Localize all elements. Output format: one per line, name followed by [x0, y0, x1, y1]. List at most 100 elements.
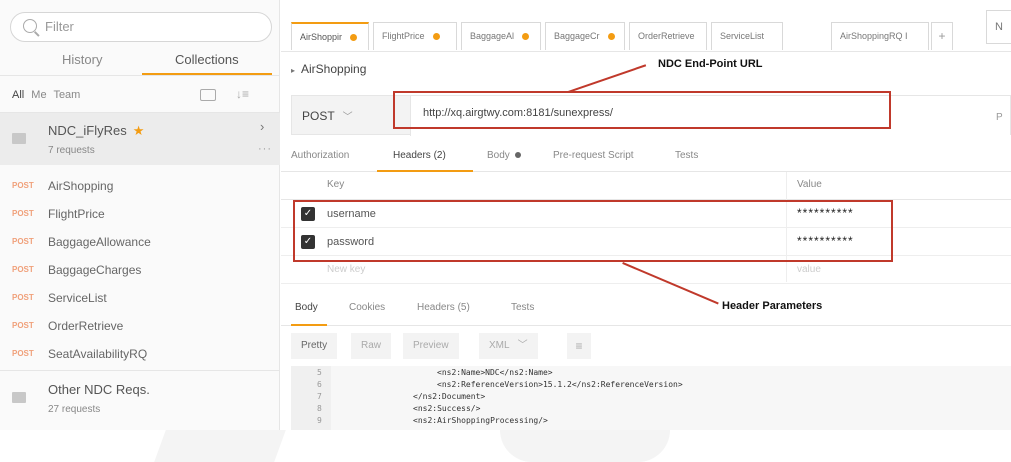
tab-response-cookies[interactable]: Cookies [349, 302, 385, 313]
format-type-select[interactable]: XML ﹀ [479, 333, 538, 359]
line-number: 8 [317, 404, 322, 413]
new-key-input[interactable]: New key [327, 264, 365, 275]
collection-name: NDC_iFlyRes [48, 123, 127, 138]
method-badge: POST [12, 293, 34, 302]
new-tab-button[interactable]: + [931, 22, 953, 50]
tab-authorization[interactable]: Authorization [291, 150, 349, 161]
method-badge: POST [12, 237, 34, 246]
request-name: BaggageAllowance [48, 235, 151, 249]
request-name: FlightPrice [48, 207, 105, 221]
params-button[interactable]: P [996, 112, 1003, 123]
active-tab-indicator [377, 170, 473, 172]
request-name: BaggageCharges [48, 263, 142, 277]
collection-count: 7 requests [48, 145, 95, 156]
collection-count: 27 requests [48, 404, 101, 415]
response-tabs: Body Cookies Headers (5) Tests [281, 290, 1011, 326]
method-badge: POST [12, 209, 34, 218]
star-icon[interactable]: ★ [133, 123, 145, 138]
raw-button[interactable]: Raw [351, 333, 392, 359]
tab-airshoppingrq[interactable]: AirShoppingRQ I [831, 22, 929, 50]
active-tab-indicator [291, 324, 327, 326]
endpoint-annotation: NDC End-Point URL [658, 58, 763, 70]
background-shape [154, 430, 286, 462]
pretty-button[interactable]: Pretty [291, 333, 338, 359]
request-item[interactable]: POST ServiceList [0, 285, 280, 313]
tab-label: FlightPrice [382, 31, 425, 41]
sort-icon[interactable]: ↓≡ [236, 87, 249, 101]
request-subtabs: Authorization Headers (2) Body Pre-reque… [281, 142, 1011, 172]
preview-button[interactable]: Preview [403, 333, 459, 359]
tab-history[interactable]: History [62, 52, 102, 67]
chevron-down-icon: ﹀ [342, 112, 353, 123]
value-column-header: Value [797, 179, 822, 190]
new-button[interactable]: N [986, 10, 1011, 44]
code-line: <ns2:ReferenceVersion>15.1.2</ns2:Refere… [437, 380, 683, 389]
headers-annotation: Header Parameters [722, 300, 823, 312]
unsaved-dot-icon [350, 34, 358, 42]
new-collection-icon[interactable] [200, 89, 216, 101]
tab-response-body[interactable]: Body [295, 302, 318, 313]
collection-name: Other NDC Reqs. [48, 382, 150, 397]
request-item[interactable]: POST AirShopping [0, 173, 280, 201]
wrap-lines-icon[interactable]: ≡ [567, 333, 591, 359]
code-line: </ns2:Document> [413, 392, 486, 401]
caret-right-icon: ▸ [291, 66, 296, 75]
filter-all[interactable]: All [12, 89, 24, 101]
chevron-down-icon: ﹀ [517, 340, 528, 351]
background-shape [500, 430, 670, 462]
tab-baggageallowance[interactable]: BaggageAl [461, 22, 541, 50]
url-highlight-box [393, 91, 891, 129]
request-item[interactable]: POST FlightPrice [0, 201, 280, 229]
sidebar-tabs: History Collections [0, 48, 280, 76]
headers-highlight-box [293, 200, 893, 262]
tab-label: AirShoppir [300, 32, 343, 42]
request-tab-bar: AirShoppir FlightPrice BaggageAl Baggage… [281, 12, 1011, 52]
tab-headers[interactable]: Headers (2) [393, 150, 446, 161]
tab-flightprice[interactable]: FlightPrice [373, 22, 457, 50]
code-line: <ns2:AirShoppingProcessing/> [413, 416, 548, 425]
tab-collections[interactable]: Collections [175, 52, 239, 67]
request-item[interactable]: POST BaggageAllowance [0, 229, 280, 257]
request-item[interactable]: POST BaggageCharges [0, 257, 280, 285]
more-icon[interactable]: ··· [258, 143, 272, 155]
method-select[interactable]: POST ﹀ [302, 108, 353, 123]
filter-input[interactable]: Filter [10, 12, 272, 42]
request-name: SeatAvailabilityRQ [48, 347, 148, 361]
tab-label: BaggageAl [470, 31, 515, 41]
tab-response-headers[interactable]: Headers (5) [417, 302, 470, 313]
request-name: OrderRetrieve [48, 319, 124, 333]
line-number: 5 [317, 368, 322, 377]
tab-response-tests[interactable]: Tests [511, 302, 534, 313]
screenshot: Filter History Collections All Me Team ↓… [0, 0, 1011, 462]
tab-label: OrderRetrieve [638, 31, 695, 41]
tab-baggagecharges[interactable]: BaggageCr [545, 22, 625, 50]
sidebar: Filter History Collections All Me Team ↓… [0, 0, 280, 430]
request-item[interactable]: POST OrderRetrieve [0, 313, 280, 341]
tab-tests[interactable]: Tests [675, 150, 698, 161]
tab-prerequest-script[interactable]: Pre-request Script [553, 150, 634, 161]
method-badge: POST [12, 349, 34, 358]
collection-item[interactable]: NDC_iFlyRes ★ 7 requests › ··· [0, 113, 280, 165]
request-name: AirShopping [48, 179, 114, 193]
tab-airshopping[interactable]: AirShoppir [291, 22, 369, 50]
collection-item[interactable]: Other NDC Reqs. 27 requests [0, 372, 280, 424]
code-line: <ns2:Name>NDC</ns2:Name> [437, 368, 553, 377]
tab-label: AirShoppingRQ I [840, 31, 908, 41]
line-number: 9 [317, 416, 322, 425]
line-number-gutter [291, 366, 331, 430]
new-value-input[interactable]: value [797, 264, 821, 275]
search-icon [23, 19, 37, 33]
tab-servicelist[interactable]: ServiceList [711, 22, 783, 50]
filter-placeholder: Filter [45, 19, 74, 34]
chevron-right-icon[interactable]: › [260, 119, 264, 134]
collection-filter: All Me Team [12, 89, 84, 101]
filter-team[interactable]: Team [53, 89, 80, 101]
method-label: POST [302, 109, 335, 123]
tab-label: BaggageCr [554, 31, 600, 41]
tab-orderretrieve[interactable]: OrderRetrieve [629, 22, 707, 50]
request-item[interactable]: POST SeatAvailabilityRQ [0, 341, 280, 369]
response-body-code: 5 6 7 8 9 <ns2:Name>NDC</ns2:Name> <ns2:… [291, 366, 1011, 430]
tab-body[interactable]: Body [487, 150, 521, 161]
filter-me[interactable]: Me [31, 89, 46, 101]
folder-icon [12, 392, 26, 403]
